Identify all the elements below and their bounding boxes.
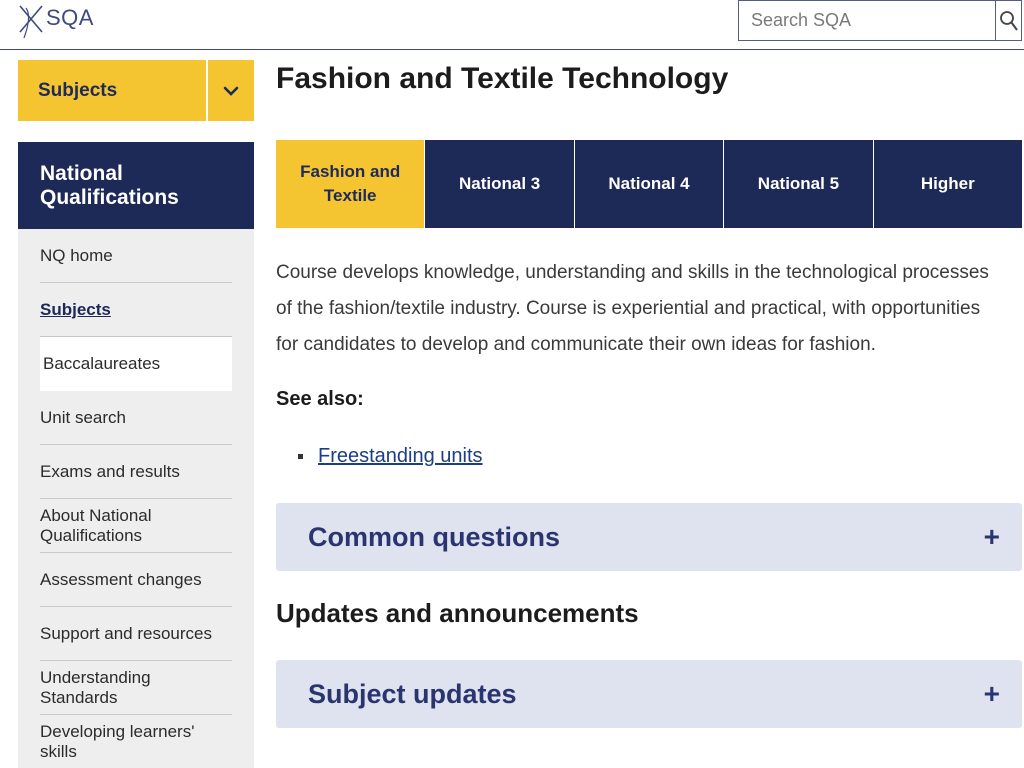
accordion-label: Common questions [308,521,561,552]
see-also-heading: See also: [276,388,364,410]
sidebar-item-understanding-standards[interactable]: Understanding Standards [40,661,232,715]
sidebar-item-about-nq[interactable]: About National Qualifications [40,499,232,553]
magnifier-icon [999,10,1018,31]
sidebar-item-learners-skills[interactable]: Developing learners' skills [40,715,232,768]
chevron-down-icon [223,86,239,96]
sidebar-item-support-resources[interactable]: Support and resources [40,607,232,661]
subject-updates-accordion[interactable]: Subject updates + [276,660,1022,728]
level-tabs: Fashion and Textile National 3 National … [276,140,1023,228]
search-input[interactable] [739,1,995,40]
freestanding-units-link[interactable]: Freestanding units [318,445,483,468]
nq-sidebar: National Qualifications NQ home Subjects… [18,142,254,768]
search-box [738,0,1022,41]
saltire-icon [19,5,43,39]
plus-icon[interactable]: + [984,678,1000,710]
tab-national-4[interactable]: National 4 [573,140,724,228]
common-questions-accordion[interactable]: Common questions + [276,503,1022,571]
sqa-logo[interactable]: SQA [18,2,94,42]
accordion-label: Subject updates [308,678,517,709]
tab-higher[interactable]: Higher [872,140,1023,228]
page-title: Fashion and Textile Technology [276,62,729,95]
bullet-icon [298,454,303,459]
nq-nav-list: NQ home Subjects Baccalaureates Unit sea… [18,229,254,768]
updates-heading: Updates and announcements [276,598,639,628]
plus-icon[interactable]: + [984,521,1000,553]
sidebar-item-nq-home[interactable]: NQ home [40,229,232,283]
tab-fashion-and-textile[interactable]: Fashion and Textile [276,140,425,228]
sidebar-item-baccalaureates[interactable]: Baccalaureates [40,337,232,391]
course-description: Course develops knowledge, understanding… [276,262,989,355]
subjects-dropdown-toggle[interactable] [206,60,254,121]
nq-section-title: National Qualifications [18,142,254,229]
subjects-dropdown[interactable]: Subjects [18,60,254,121]
tab-national-3[interactable]: National 3 [424,140,574,228]
search-button[interactable] [995,1,1021,40]
subjects-dropdown-label: Subjects [38,79,118,101]
sidebar-item-exams-results[interactable]: Exams and results [40,445,232,499]
tab-national-5[interactable]: National 5 [723,140,873,228]
sidebar-item-assessment-changes[interactable]: Assessment changes [40,553,232,607]
see-also-list: Freestanding units [298,445,483,468]
sidebar-item-unit-search[interactable]: Unit search [40,391,232,445]
site-header: SQA [0,0,1024,50]
sidebar-item-subjects[interactable]: Subjects [40,283,232,337]
list-item: Freestanding units [298,445,483,468]
logo-text: SQA [46,5,94,30]
